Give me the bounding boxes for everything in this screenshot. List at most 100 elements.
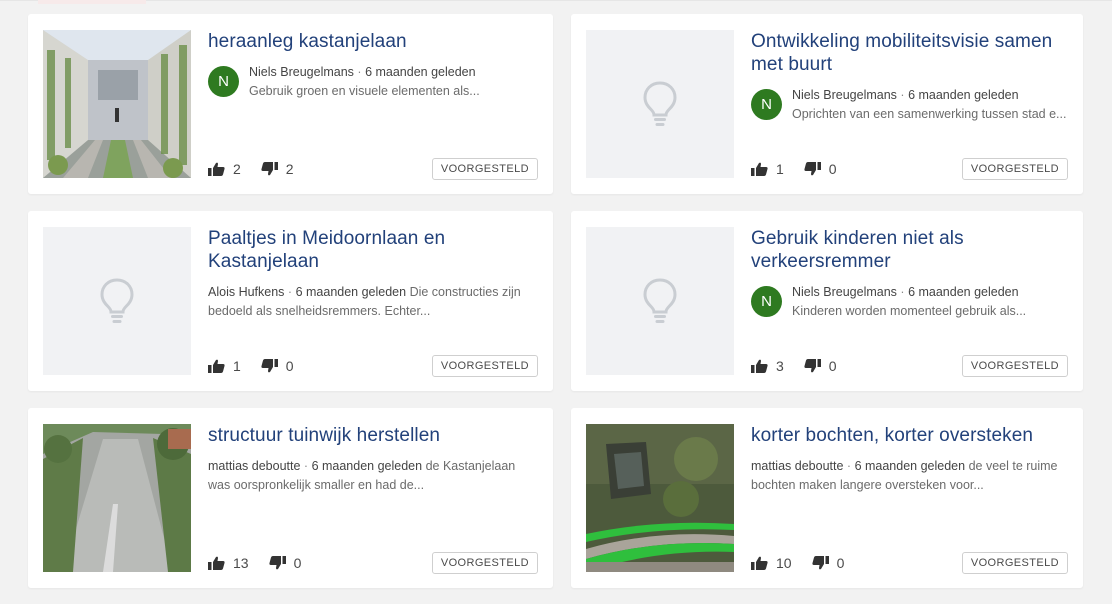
author-name[interactable]: Niels Breugelmans	[792, 88, 897, 102]
upvote-count: 10	[776, 555, 792, 571]
meta-separator: ·	[357, 65, 362, 79]
idea-card[interactable]: structuur tuinwijk herstellen mattias de…	[28, 408, 553, 588]
idea-image-placeholder[interactable]	[586, 227, 734, 375]
posted-time: 6 maanden geleden	[295, 285, 407, 299]
idea-title[interactable]: structuur tuinwijk herstellen	[208, 424, 538, 447]
downvote-button[interactable]: 0	[804, 161, 837, 177]
idea-footer: 1 0 VOORGESTELD	[751, 158, 1068, 180]
avatar[interactable]: N	[208, 66, 239, 97]
status-badge: VOORGESTELD	[431, 552, 538, 574]
idea-title[interactable]: heraanleg kastanjelaan	[208, 30, 538, 53]
status-badge: VOORGESTELD	[961, 552, 1068, 574]
downvote-button[interactable]: 0	[268, 555, 302, 571]
thumbs-up-icon	[751, 359, 768, 373]
idea-title[interactable]: Paaltjes in Meidoornlaan en Kastanjelaan	[208, 227, 538, 273]
idea-title[interactable]: Ontwikkeling mobiliteitsvisie samen met …	[751, 30, 1068, 76]
idea-footer: 3 0 VOORGESTELD	[751, 355, 1068, 377]
downvote-count: 0	[285, 358, 294, 374]
downvote-button[interactable]: 0	[804, 358, 837, 374]
upvote-count: 13	[233, 555, 249, 571]
status-badge: VOORGESTELD	[961, 158, 1068, 180]
idea-card[interactable]: heraanleg kastanjelaan N Niels Breugelma…	[28, 14, 553, 194]
author-name[interactable]: Niels Breugelmans	[249, 65, 354, 79]
idea-meta: N Niels Breugelmans · 6 maanden geleden …	[751, 86, 1068, 124]
idea-title[interactable]: Gebruik kinderen niet als verkeersremmer	[751, 227, 1068, 273]
idea-card[interactable]: Gebruik kinderen niet als verkeersremmer…	[571, 211, 1083, 391]
upvote-button[interactable]: 13	[208, 555, 249, 571]
idea-card[interactable]: Ontwikkeling mobiliteitsvisie samen met …	[571, 14, 1083, 194]
thumbs-up-icon	[208, 162, 225, 176]
downvote-count: 0	[836, 555, 845, 571]
idea-image-placeholder[interactable]	[43, 227, 191, 375]
idea-footer: 13 0 VOORGESTELD	[208, 552, 538, 574]
avatar[interactable]: N	[751, 286, 782, 317]
meta-separator: ·	[900, 285, 905, 299]
thumbs-down-icon	[268, 556, 286, 570]
thumbs-down-icon	[804, 359, 821, 373]
idea-content: Ontwikkeling mobiliteitsvisie samen met …	[751, 30, 1068, 180]
upvote-button[interactable]: 10	[751, 555, 792, 571]
idea-meta: mattias deboutte · 6 maanden geleden de …	[208, 457, 538, 495]
upvote-count: 1	[233, 358, 241, 374]
author-name[interactable]: mattias deboutte	[751, 459, 843, 473]
downvote-count: 0	[293, 555, 302, 571]
idea-title[interactable]: korter bochten, korter oversteken	[751, 424, 1068, 447]
status-badge: VOORGESTELD	[431, 158, 538, 180]
posted-time: 6 maanden geleden	[908, 285, 1019, 299]
thumbs-up-icon	[208, 359, 225, 373]
thumbs-down-icon	[261, 359, 278, 373]
meta-separator: ·	[900, 88, 905, 102]
idea-content: structuur tuinwijk herstellen mattias de…	[208, 424, 538, 574]
meta-separator: ·	[287, 285, 293, 299]
author-name[interactable]: Alois Hufkens	[208, 285, 284, 299]
idea-meta: Alois Hufkens · 6 maanden geleden Die co…	[208, 283, 538, 321]
upvote-button[interactable]: 3	[751, 358, 784, 374]
active-tab-hint	[38, 0, 146, 4]
thumbs-down-icon	[804, 162, 821, 176]
idea-meta: N Niels Breugelmans · 6 maanden geleden …	[208, 63, 538, 101]
idea-footer: 2 2 VOORGESTELD	[208, 158, 538, 180]
idea-content: Paaltjes in Meidoornlaan en Kastanjelaan…	[208, 227, 538, 377]
thumbs-up-icon	[751, 556, 768, 570]
idea-image[interactable]	[43, 424, 191, 572]
upvote-button[interactable]: 2	[208, 161, 241, 177]
author-name[interactable]: Niels Breugelmans	[792, 285, 897, 299]
avatar[interactable]: N	[751, 89, 782, 120]
posted-time: 6 maanden geleden	[311, 459, 423, 473]
meta-separator: ·	[303, 459, 309, 473]
downvote-button[interactable]: 0	[261, 358, 294, 374]
lightbulb-icon	[643, 81, 677, 126]
idea-description: Kinderen worden momenteel gebruik als...	[792, 304, 1027, 318]
downvote-count: 0	[828, 358, 837, 374]
downvote-button[interactable]: 0	[811, 555, 845, 571]
upvote-button[interactable]: 1	[751, 161, 784, 177]
idea-image[interactable]	[43, 30, 191, 178]
idea-description: Oprichten van een samenwerking tussen st…	[792, 107, 1067, 121]
meta-separator: ·	[846, 459, 852, 473]
lightbulb-icon	[643, 278, 677, 323]
downvote-count: 2	[285, 161, 294, 177]
status-badge: VOORGESTELD	[961, 355, 1068, 377]
status-badge: VOORGESTELD	[431, 355, 538, 377]
idea-meta: N Niels Breugelmans · 6 maanden geleden …	[751, 283, 1068, 321]
idea-content: korter bochten, korter oversteken mattia…	[751, 424, 1068, 574]
idea-image-placeholder[interactable]	[586, 30, 734, 178]
idea-footer: 1 0 VOORGESTELD	[208, 355, 538, 377]
idea-footer: 10 0 VOORGESTELD	[751, 552, 1068, 574]
idea-card[interactable]: Paaltjes in Meidoornlaan en Kastanjelaan…	[28, 211, 553, 391]
thumbs-down-icon	[811, 556, 829, 570]
idea-card[interactable]: korter bochten, korter oversteken mattia…	[571, 408, 1083, 588]
posted-time: 6 maanden geleden	[908, 88, 1019, 102]
top-divider	[0, 0, 1112, 1]
idea-content: Gebruik kinderen niet als verkeersremmer…	[751, 227, 1068, 377]
author-name[interactable]: mattias deboutte	[208, 459, 300, 473]
upvote-count: 2	[233, 161, 241, 177]
idea-description: Gebruik groen en visuele elementen als..…	[249, 84, 480, 98]
thumbs-up-icon	[208, 556, 225, 570]
upvote-button[interactable]: 1	[208, 358, 241, 374]
idea-meta: mattias deboutte · 6 maanden geleden de …	[751, 457, 1068, 495]
thumbs-up-icon	[751, 162, 768, 176]
posted-time: 6 maanden geleden	[365, 65, 476, 79]
idea-image[interactable]	[586, 424, 734, 572]
downvote-button[interactable]: 2	[261, 161, 294, 177]
